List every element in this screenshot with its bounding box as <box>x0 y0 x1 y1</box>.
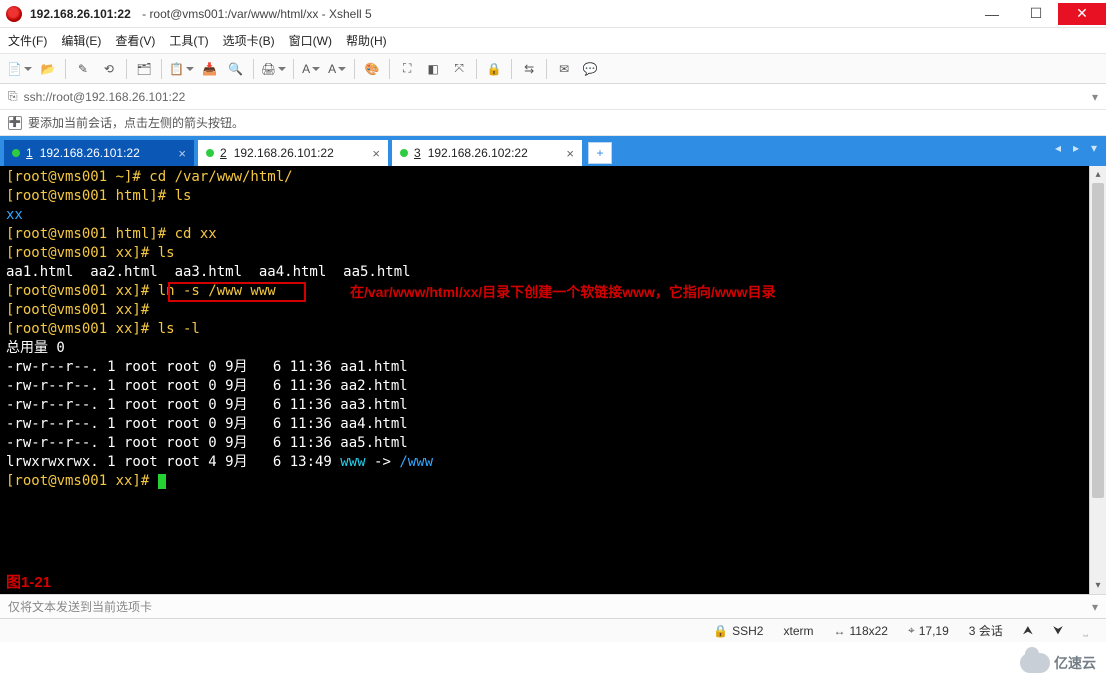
status-sessions: 3 会话 <box>969 622 1003 639</box>
window-title-rest: - root@vms001:/var/www/html/xx - Xshell … <box>139 7 372 21</box>
scrollbar[interactable]: ▴ ▾ <box>1089 166 1106 594</box>
session-tab-1[interactable]: 1 192.168.26.101:22 × <box>4 140 194 166</box>
session-tab-index: 1 <box>26 146 33 160</box>
resize-icon: ↔ <box>833 624 845 638</box>
hint-bar: ➕ 要添加当前会话，点击左侧的箭头按钮。 <box>0 110 1106 136</box>
session-tab-label: 192.168.26.101:22 <box>234 146 334 160</box>
maximize-button[interactable]: ☐ <box>1014 3 1058 25</box>
properties-icon[interactable]: 🗂 <box>133 58 155 80</box>
scroll-up-icon[interactable]: ▴ <box>1090 166 1106 183</box>
session-tab-index: 2 <box>220 146 227 160</box>
color-scheme-icon[interactable]: 🎨 <box>361 58 383 80</box>
status-size: ↔ 118x22 <box>833 624 887 638</box>
status-capslock-icon: ⎵ <box>1083 623 1088 638</box>
status-dot-icon <box>400 149 408 157</box>
add-session-icon[interactable]: ➕ <box>8 116 22 130</box>
menu-help[interactable]: 帮助(H) <box>346 32 387 49</box>
menu-tools[interactable]: 工具(T) <box>169 32 208 49</box>
cursor-pos-icon: ⌖ <box>908 623 915 638</box>
terminal-area: [root@vms001 ~]# cd /var/www/html/[root@… <box>0 166 1106 594</box>
status-bar: 🔒 SSH2 xterm ↔ 118x22 ⌖ 17,19 3 会话 ⮝ ⮟ ⎵ <box>0 618 1106 642</box>
annotation-text: 在/var/www/html/xx/目录下创建一个软链接www，它指向/www目… <box>350 282 776 302</box>
window-title-bold: 192.168.26.101:22 <box>30 7 131 21</box>
watermark-text: 亿速云 <box>1054 653 1096 673</box>
broadcast-icon[interactable]: 💬 <box>579 58 601 80</box>
tab-scroll-left-icon[interactable]: ◂ <box>1050 140 1066 156</box>
compose-icon[interactable]: ✉ <box>553 58 575 80</box>
scroll-down-icon[interactable]: ▾ <box>1090 577 1106 594</box>
address-dropdown-icon[interactable]: ▾ <box>1092 90 1098 104</box>
disconnect-icon[interactable]: ⟲ <box>98 58 120 80</box>
app-icon <box>6 6 22 22</box>
session-tab-index: 3 <box>414 146 421 160</box>
menu-view[interactable]: 查看(V) <box>115 32 155 49</box>
new-session-icon[interactable]: 📄 <box>6 58 33 80</box>
tab-close-icon[interactable]: × <box>372 146 380 161</box>
tab-list-dropdown-icon[interactable]: ▾ <box>1086 140 1102 156</box>
open-icon[interactable]: 📂 <box>37 58 59 80</box>
session-tab-label: 192.168.26.102:22 <box>428 146 528 160</box>
tab-scroll-right-icon[interactable]: ▸ <box>1068 140 1084 156</box>
paste-icon[interactable]: 📥 <box>199 58 221 80</box>
session-tabs-strip: 1 192.168.26.101:22 × 2 192.168.26.101:2… <box>0 136 1106 166</box>
transparency-icon[interactable]: ◧ <box>422 58 444 80</box>
compose-placeholder: 仅将文本发送到当前选项卡 <box>8 598 152 615</box>
menu-tabs[interactable]: 选项卡(B) <box>223 32 275 49</box>
terminal[interactable]: [root@vms001 ~]# cd /var/www/html/[root@… <box>0 166 1089 594</box>
terminal-cursor <box>158 474 166 489</box>
session-tab-2[interactable]: 2 192.168.26.101:22 × <box>198 140 388 166</box>
status-dot-icon <box>12 149 20 157</box>
status-term-type: xterm <box>783 624 813 638</box>
lock-icon: 🔒 <box>713 624 728 638</box>
address-text[interactable]: ssh://root@192.168.26.101:22 <box>24 90 1086 104</box>
minimize-button[interactable]: — <box>970 3 1014 25</box>
figure-label: 图1-21 <box>6 571 51 592</box>
status-nav-up-icon[interactable]: ⮝ <box>1023 623 1033 638</box>
status-nav-down-icon[interactable]: ⮟ <box>1053 623 1063 638</box>
fullscreen-icon[interactable]: ⛶ <box>396 58 418 80</box>
print-icon[interactable]: 🖨 <box>260 58 287 80</box>
menu-file[interactable]: 文件(F) <box>8 32 47 49</box>
compose-bar[interactable]: 仅将文本发送到当前选项卡 ▾ <box>0 594 1106 618</box>
find-icon[interactable]: 🔍 <box>225 58 247 80</box>
compose-dropdown-icon[interactable]: ▾ <box>1092 600 1098 614</box>
font-style-icon[interactable]: A <box>300 58 322 80</box>
font-icon[interactable]: A <box>326 58 348 80</box>
reconnect-icon[interactable]: ✎ <box>72 58 94 80</box>
tab-close-icon[interactable]: × <box>178 146 186 161</box>
menubar: 文件(F) 编辑(E) 查看(V) 工具(T) 选项卡(B) 窗口(W) 帮助(… <box>0 28 1106 54</box>
scroll-thumb[interactable] <box>1092 183 1104 498</box>
toolbar: 📄📂 ✎⟲ 🗂 📋📥🔍 🖨 AA 🎨 ⛶◧⤧ 🔒 ⇆ ✉💬 <box>0 54 1106 84</box>
session-tab-label: 192.168.26.101:22 <box>40 146 140 160</box>
xftp-icon[interactable]: ⇆ <box>518 58 540 80</box>
scroll-track[interactable] <box>1090 183 1106 577</box>
always-top-icon[interactable]: ⤧ <box>448 58 470 80</box>
address-bar: ⎘ ssh://root@192.168.26.101:22 ▾ <box>0 84 1106 110</box>
tab-close-icon[interactable]: × <box>566 146 574 161</box>
status-protocol: 🔒 SSH2 <box>713 624 763 638</box>
host-list-icon[interactable]: ⎘ <box>8 89 18 104</box>
menu-edit[interactable]: 编辑(E) <box>61 32 101 49</box>
lock-icon[interactable]: 🔒 <box>483 58 505 80</box>
menu-window[interactable]: 窗口(W) <box>289 32 332 49</box>
session-tab-3[interactable]: 3 192.168.26.102:22 × <box>392 140 582 166</box>
watermark: 亿速云 <box>1014 646 1102 680</box>
status-dot-icon <box>206 149 214 157</box>
copy-icon[interactable]: 📋 <box>168 58 195 80</box>
new-tab-button[interactable]: + <box>588 142 612 164</box>
status-cursor: ⌖ 17,19 <box>908 623 949 638</box>
cloud-icon <box>1020 653 1050 673</box>
hint-text: 要添加当前会话，点击左侧的箭头按钮。 <box>28 114 244 131</box>
close-button[interactable]: ✕ <box>1058 3 1106 25</box>
titlebar: 192.168.26.101:22 - root@vms001:/var/www… <box>0 0 1106 28</box>
